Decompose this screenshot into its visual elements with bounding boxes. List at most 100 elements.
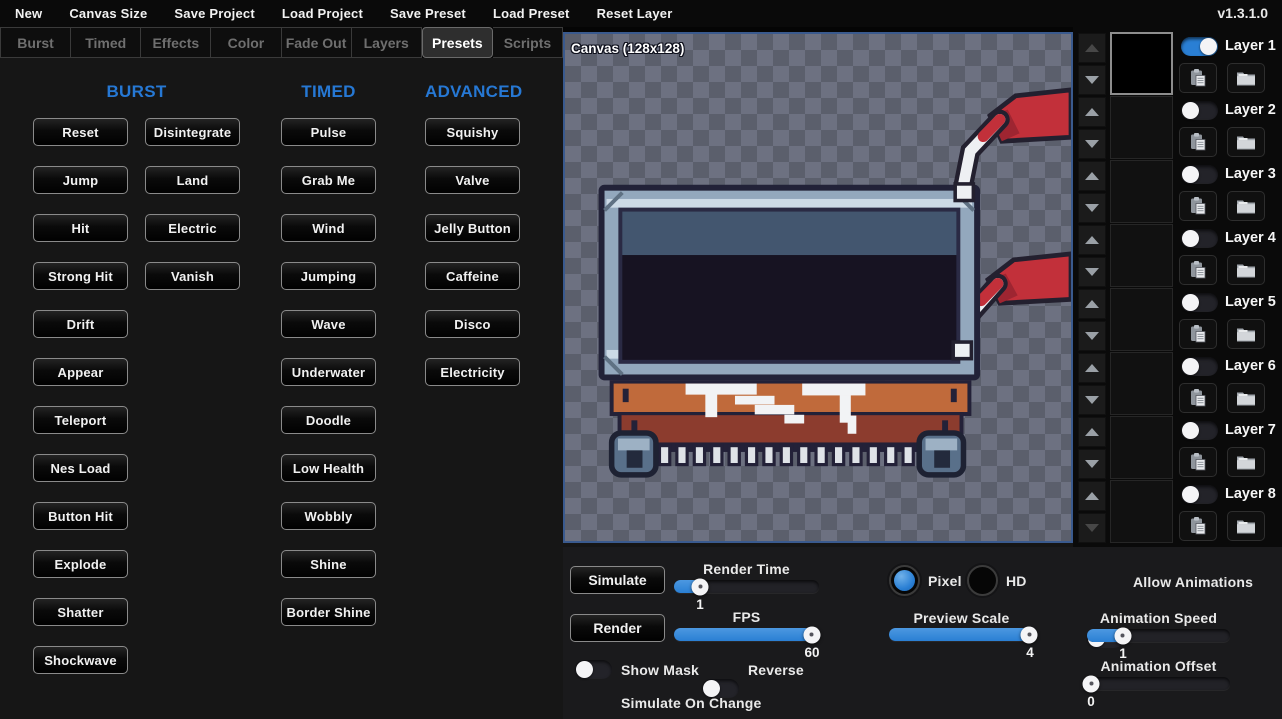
- preset-button-disco[interactable]: Disco: [425, 310, 520, 338]
- layer-thumbnail[interactable]: [1110, 224, 1173, 287]
- preset-button-underwater[interactable]: Underwater: [281, 358, 376, 386]
- preset-button-drift[interactable]: Drift: [33, 310, 128, 338]
- paste-layer-button[interactable]: [1179, 511, 1217, 541]
- load-layer-button[interactable]: [1227, 255, 1265, 285]
- preset-button-electric[interactable]: Electric: [145, 214, 240, 242]
- layer-visibility-toggle[interactable]: [1181, 357, 1218, 376]
- show-mask-toggle[interactable]: [575, 660, 612, 679]
- slider-thumb[interactable]: [1021, 626, 1038, 643]
- layer-thumbnail[interactable]: [1110, 96, 1173, 159]
- load-layer-button[interactable]: [1227, 191, 1265, 221]
- preset-button-explode[interactable]: Explode: [33, 550, 128, 578]
- preset-button-squishy[interactable]: Squishy: [425, 118, 520, 146]
- preset-button-hit[interactable]: Hit: [33, 214, 128, 242]
- load-layer-button[interactable]: [1227, 447, 1265, 477]
- paste-layer-button[interactable]: [1179, 319, 1217, 349]
- menu-item-load-project[interactable]: Load Project: [282, 6, 363, 21]
- hd-radio[interactable]: [967, 565, 998, 596]
- paste-layer-button[interactable]: [1179, 255, 1217, 285]
- tab-effects[interactable]: Effects: [141, 27, 211, 58]
- layer-up-button[interactable]: [1078, 225, 1106, 255]
- slider-thumb[interactable]: [803, 626, 820, 643]
- layer-up-button[interactable]: [1078, 289, 1106, 319]
- layer-up-button[interactable]: [1078, 417, 1106, 447]
- preset-button-wind[interactable]: Wind: [281, 214, 376, 242]
- preset-button-electricity[interactable]: Electricity: [425, 358, 520, 386]
- slider-track[interactable]: [1087, 677, 1230, 690]
- load-layer-button[interactable]: [1227, 127, 1265, 157]
- preset-button-wobbly[interactable]: Wobbly: [281, 502, 376, 530]
- layer-thumbnail[interactable]: [1110, 416, 1173, 479]
- menu-item-new[interactable]: New: [15, 6, 42, 21]
- layer-down-button[interactable]: [1078, 513, 1106, 543]
- load-layer-button[interactable]: [1227, 319, 1265, 349]
- preset-button-shatter[interactable]: Shatter: [33, 598, 128, 626]
- animation-offset-slider[interactable]: [1087, 677, 1230, 690]
- paste-layer-button[interactable]: [1179, 191, 1217, 221]
- layer-down-button[interactable]: [1078, 321, 1106, 351]
- layer-thumbnail[interactable]: [1110, 288, 1173, 351]
- layer-up-button[interactable]: [1078, 161, 1106, 191]
- slider-thumb[interactable]: [692, 578, 709, 595]
- layer-visibility-toggle[interactable]: [1181, 293, 1218, 312]
- preset-button-doodle[interactable]: Doodle: [281, 406, 376, 434]
- preset-button-caffeine[interactable]: Caffeine: [425, 262, 520, 290]
- layer-thumbnail[interactable]: [1110, 480, 1173, 543]
- tab-presets[interactable]: Presets: [422, 27, 493, 58]
- menu-item-reset-layer[interactable]: Reset Layer: [597, 6, 673, 21]
- tab-scripts[interactable]: Scripts: [493, 27, 563, 58]
- menu-item-save-project[interactable]: Save Project: [174, 6, 254, 21]
- simulate-button[interactable]: Simulate: [570, 566, 665, 594]
- preset-button-shine[interactable]: Shine: [281, 550, 376, 578]
- animation-speed-slider[interactable]: [1087, 629, 1230, 642]
- preset-button-disintegrate[interactable]: Disintegrate: [145, 118, 240, 146]
- render-button[interactable]: Render: [570, 614, 665, 642]
- paste-layer-button[interactable]: [1179, 383, 1217, 413]
- paste-layer-button[interactable]: [1179, 127, 1217, 157]
- layer-visibility-toggle[interactable]: [1181, 101, 1218, 120]
- layer-thumbnail[interactable]: [1110, 352, 1173, 415]
- load-layer-button[interactable]: [1227, 511, 1265, 541]
- fps-slider[interactable]: [674, 628, 819, 641]
- paste-layer-button[interactable]: [1179, 63, 1217, 93]
- layer-visibility-toggle[interactable]: [1181, 421, 1218, 440]
- load-layer-button[interactable]: [1227, 383, 1265, 413]
- preset-button-land[interactable]: Land: [145, 166, 240, 194]
- layer-visibility-toggle[interactable]: [1181, 37, 1218, 56]
- menu-item-canvas-size[interactable]: Canvas Size: [69, 6, 147, 21]
- preset-button-reset[interactable]: Reset: [33, 118, 128, 146]
- menu-item-save-preset[interactable]: Save Preset: [390, 6, 466, 21]
- pixel-radio[interactable]: [889, 565, 920, 596]
- layer-down-button[interactable]: [1078, 257, 1106, 287]
- layer-thumbnail[interactable]: [1110, 160, 1173, 223]
- layer-down-button[interactable]: [1078, 65, 1106, 95]
- layer-up-button[interactable]: [1078, 97, 1106, 127]
- tab-fade-out[interactable]: Fade Out: [282, 27, 352, 58]
- tab-layers[interactable]: Layers: [352, 27, 422, 58]
- paste-layer-button[interactable]: [1179, 447, 1217, 477]
- preset-button-pulse[interactable]: Pulse: [281, 118, 376, 146]
- preset-button-low-health[interactable]: Low Health: [281, 454, 376, 482]
- layer-down-button[interactable]: [1078, 129, 1106, 159]
- render-time-slider[interactable]: [674, 580, 819, 593]
- load-layer-button[interactable]: [1227, 63, 1265, 93]
- preset-button-shockwave[interactable]: Shockwave: [33, 646, 128, 674]
- preset-button-nes-load[interactable]: Nes Load: [33, 454, 128, 482]
- preset-button-strong-hit[interactable]: Strong Hit: [33, 262, 128, 290]
- preview-scale-slider[interactable]: [889, 628, 1035, 641]
- layer-thumbnail[interactable]: [1110, 32, 1173, 95]
- layer-visibility-toggle[interactable]: [1181, 165, 1218, 184]
- layer-up-button[interactable]: [1078, 481, 1106, 511]
- tab-color[interactable]: Color: [211, 27, 281, 58]
- preset-button-grab-me[interactable]: Grab Me: [281, 166, 376, 194]
- tab-burst[interactable]: Burst: [0, 27, 71, 58]
- tab-timed[interactable]: Timed: [71, 27, 141, 58]
- layer-down-button[interactable]: [1078, 193, 1106, 223]
- slider-thumb[interactable]: [1083, 675, 1100, 692]
- preset-button-teleport[interactable]: Teleport: [33, 406, 128, 434]
- layer-up-button[interactable]: [1078, 353, 1106, 383]
- layer-visibility-toggle[interactable]: [1181, 485, 1218, 504]
- preset-button-vanish[interactable]: Vanish: [145, 262, 240, 290]
- preset-button-border-shine[interactable]: Border Shine: [281, 598, 376, 626]
- preset-button-button-hit[interactable]: Button Hit: [33, 502, 128, 530]
